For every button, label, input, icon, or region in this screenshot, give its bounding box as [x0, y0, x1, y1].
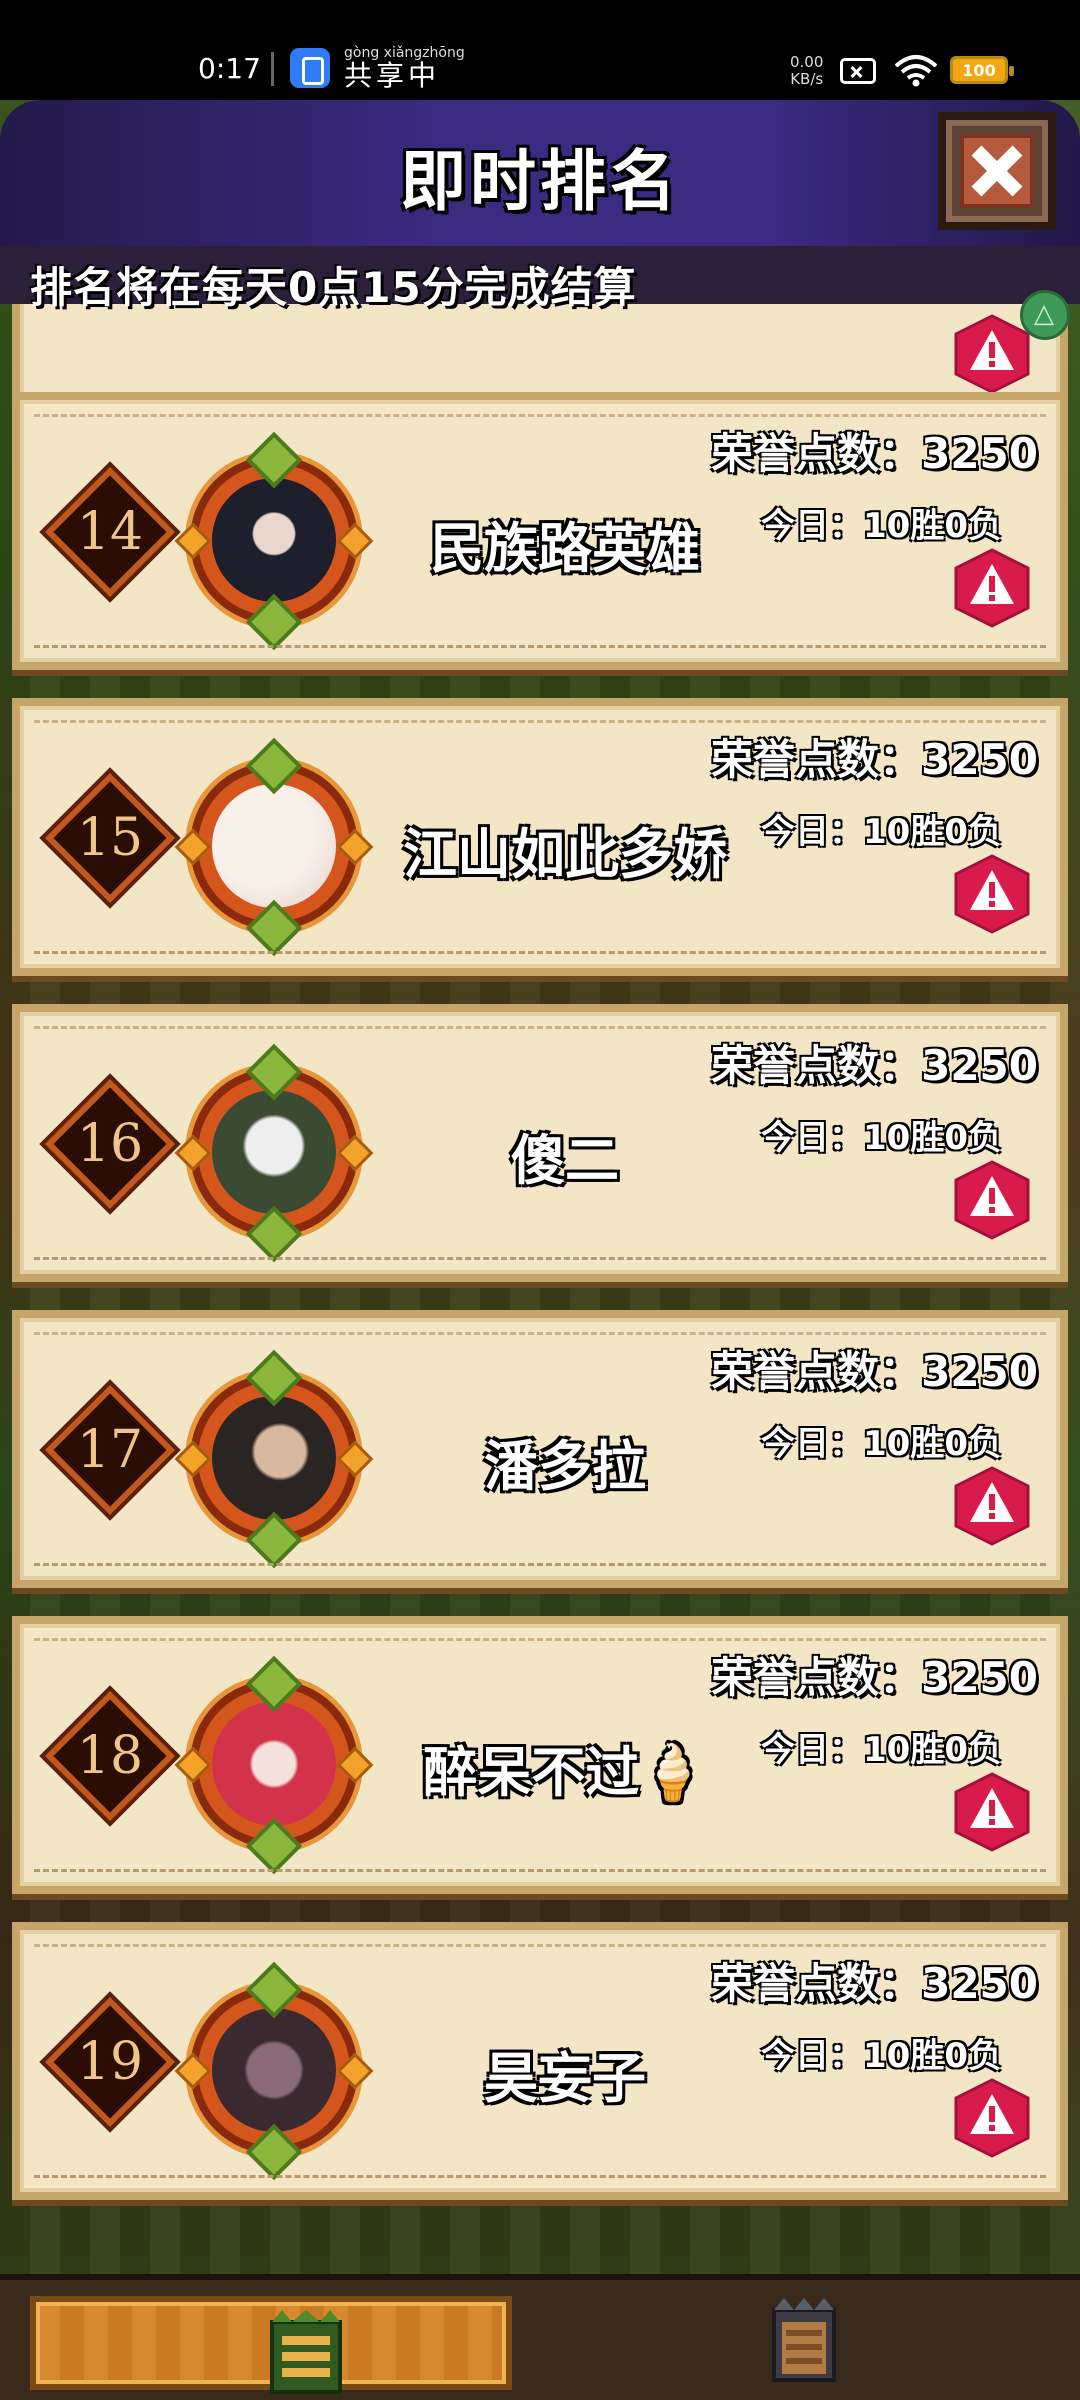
settlement-notice: 排名将在每天0点15分完成结算	[30, 263, 637, 312]
warning-icon[interactable]	[952, 1160, 1032, 1240]
avatar-image	[212, 784, 336, 908]
ranking-card[interactable]: 17 潘多拉 荣誉点数：3250 今日：10胜0负	[12, 1310, 1068, 1588]
today-record: 今日：10胜0负	[761, 506, 1002, 546]
rank-number: 16	[76, 1114, 144, 1174]
player-name: 傻二	[511, 1129, 619, 1192]
warning-icon[interactable]	[952, 1466, 1032, 1546]
player-name: 潘多拉	[484, 1435, 646, 1498]
warning-icon[interactable]	[952, 314, 1032, 394]
warning-icon[interactable]	[952, 1772, 1032, 1852]
battery-icon: 100	[950, 56, 1014, 84]
status-divider	[271, 52, 274, 86]
rank-number: 17	[76, 1420, 144, 1480]
share-pinyin: gòng xiǎngzhōng	[344, 45, 465, 61]
bottom-tab-bar	[0, 2274, 1080, 2400]
floating-assistant-icon[interactable]	[1020, 290, 1070, 340]
rank-number: 15	[76, 808, 144, 868]
settlement-notice-bar: 排名将在每天0点15分完成结算	[0, 246, 1080, 312]
player-name: 昊妄子	[484, 2047, 646, 2110]
network-speed-value: 0.00	[790, 53, 824, 71]
close-icon	[960, 134, 1034, 208]
honor-points: 荣誉点数：3250	[711, 1347, 1038, 1396]
page-title: 即时排名	[400, 143, 680, 220]
ranking-screen: 即时排名 排名将在每天0点15分完成结算 14	[0, 100, 1080, 2400]
today-record: 今日：10胜0负	[761, 1730, 1002, 1770]
avatar-image	[212, 1090, 336, 1214]
honor-points: 荣誉点数：3250	[711, 1653, 1038, 1702]
today-record: 今日：10胜0负	[761, 1424, 1002, 1464]
scroll-icon	[772, 2298, 836, 2382]
rank-number: 14	[76, 502, 144, 562]
avatar-image	[212, 1396, 336, 1520]
avatar-image	[212, 478, 336, 602]
network-speed-unit: KB/s	[790, 70, 824, 88]
warning-icon[interactable]	[952, 548, 1032, 628]
screen-share-indicator: gòng xiǎngzhōng 共享中	[344, 46, 465, 90]
tab-ranking[interactable]	[30, 2296, 512, 2394]
honor-points: 荣誉点数：3250	[711, 429, 1038, 478]
battery-level: 100	[962, 61, 996, 80]
rank-number: 19	[76, 2032, 144, 2092]
today-record: 今日：10胜0负	[761, 2036, 1002, 2076]
avatar-image	[212, 1702, 336, 1826]
ranking-card[interactable]: 15 江山如此多娇 荣誉点数：3250 今日：10胜0负	[12, 698, 1068, 976]
warning-icon[interactable]	[952, 2078, 1032, 2158]
close-button[interactable]	[938, 112, 1056, 230]
ranking-card[interactable]: 16 傻二 荣誉点数：3250 今日：10胜0负	[12, 1004, 1068, 1282]
honor-points: 荣誉点数：3250	[711, 735, 1038, 784]
ranking-list[interactable]: 14 民族路英雄 荣誉点数：3250 今日：10胜0负 15 江山如此多娇 荣誉…	[0, 304, 1080, 2310]
tab-history[interactable]	[700, 2296, 910, 2390]
ranking-header: 即时排名	[0, 100, 1080, 246]
honor-points: 荣誉点数：3250	[711, 1959, 1038, 2008]
network-speed: 0.00 KB/s	[790, 54, 823, 88]
honor-points: 荣誉点数：3250	[711, 1041, 1038, 1090]
player-name: 江山如此多娇	[403, 823, 727, 886]
today-record: 今日：10胜0负	[761, 812, 1002, 852]
avatar-image	[212, 2008, 336, 2132]
no-sim-icon	[840, 58, 876, 84]
screen-share-app-icon	[290, 48, 330, 88]
wifi-icon	[894, 55, 938, 87]
ranking-card[interactable]: 14 民族路英雄 荣誉点数：3250 今日：10胜0负	[12, 392, 1068, 670]
player-name: 民族路英雄	[430, 517, 700, 580]
status-time: 0:17	[198, 52, 261, 85]
list-icon	[270, 2310, 342, 2394]
ranking-card[interactable]: 18 醉呆不过🍦 荣誉点数：3250 今日：10胜0负	[12, 1616, 1068, 1894]
today-record: 今日：10胜0负	[761, 1118, 1002, 1158]
share-label: 共享中	[344, 59, 441, 92]
player-name: 醉呆不过🍦	[423, 1741, 707, 1804]
rank-number: 18	[76, 1726, 144, 1786]
status-bar: 0:17 gòng xiǎngzhōng 共享中 0.00 KB/s 100	[0, 0, 1080, 100]
warning-icon[interactable]	[952, 854, 1032, 934]
ranking-card[interactable]: 19 昊妄子 荣誉点数：3250 今日：10胜0负	[12, 1922, 1068, 2200]
